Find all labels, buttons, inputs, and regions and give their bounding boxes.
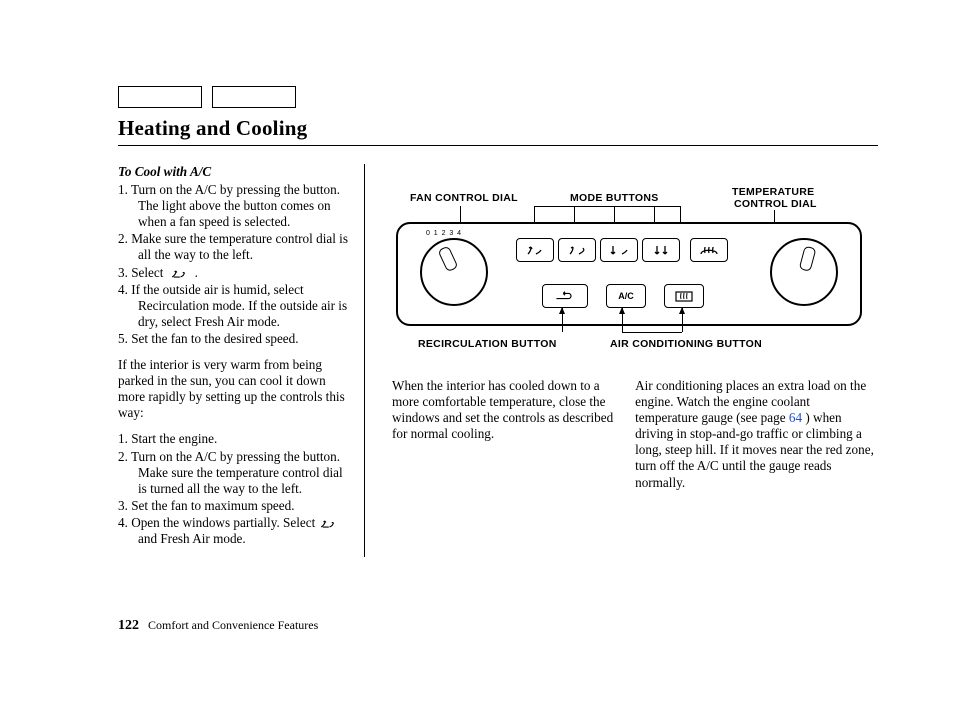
- callout-arrow: [562, 308, 563, 332]
- list-item: Open the windows partially. Select and F…: [118, 515, 352, 547]
- lower-button-row: A/C: [542, 284, 704, 308]
- section-name: Comfort and Convenience Features: [148, 618, 318, 632]
- vent-mode-icon: [319, 518, 337, 530]
- recirculation-button: [542, 284, 588, 308]
- mode-button: [600, 238, 638, 262]
- placeholder-box: [118, 86, 202, 108]
- title-rule: [118, 145, 878, 146]
- rear-defrost-button: [664, 284, 704, 308]
- fan-ticks: 0 1 2 3 4: [426, 230, 461, 237]
- temperature-control-dial: [770, 238, 838, 306]
- label-mode-buttons: MODE BUTTONS: [570, 192, 659, 204]
- label-recirc: RECIRCULATION BUTTON: [418, 338, 557, 350]
- page-number: 122: [118, 618, 139, 633]
- label-fan-dial: FAN CONTROL DIAL: [410, 192, 518, 204]
- lower-columns: When the interior has cooled down to a m…: [378, 378, 876, 501]
- mode-button-row: [516, 238, 728, 262]
- callout-line: [534, 206, 680, 207]
- placeholder-box: [212, 86, 296, 108]
- vent-mode-icon: [170, 268, 188, 280]
- callout-line: [622, 332, 682, 333]
- label-temp-dial-1: TEMPERATURE: [732, 186, 814, 198]
- subhead: To Cool with A/C: [118, 164, 352, 180]
- mode-button: [516, 238, 554, 262]
- page-title: Heating and Cooling: [118, 116, 878, 141]
- label-ac: AIR CONDITIONING BUTTON: [610, 338, 762, 350]
- list-item: Turn on the A/C by pressing the button. …: [118, 182, 352, 230]
- paragraph: When the interior has cooled down to a m…: [392, 378, 619, 442]
- list-item: Start the engine.: [118, 431, 352, 447]
- page-reference-link[interactable]: 64: [789, 410, 802, 425]
- defrost-button: [690, 238, 728, 262]
- ac-button: A/C: [606, 284, 646, 308]
- list-item: Select .: [118, 265, 352, 281]
- procedure-list-2: Start the engine. Turn on the A/C by pre…: [118, 431, 352, 547]
- list-item: Set the fan to the desired speed.: [118, 331, 352, 347]
- label-temp-dial-2: CONTROL DIAL: [734, 198, 817, 210]
- climate-control-diagram: FAN CONTROL DIAL MODE BUTTONS TEMPERATUR…: [378, 178, 876, 364]
- mode-button: [642, 238, 680, 262]
- list-item: Set the fan to maximum speed.: [118, 498, 352, 514]
- control-panel: 0 1 2 3 4 A/C: [396, 222, 862, 326]
- callout-arrow: [622, 308, 623, 332]
- column-3: Air conditioning places an extra load on…: [629, 378, 876, 501]
- mode-button: [558, 238, 596, 262]
- list-item: If the outside air is humid, select Reci…: [118, 282, 352, 330]
- list-item: Make sure the temperature control dial i…: [118, 231, 352, 263]
- paragraph: If the interior is very warm from being …: [118, 357, 352, 421]
- column-1: To Cool with A/C Turn on the A/C by pres…: [118, 164, 365, 557]
- paragraph: Air conditioning places an extra load on…: [635, 378, 876, 491]
- fan-control-dial: [420, 238, 488, 306]
- list-item: Turn on the A/C by pressing the button. …: [118, 449, 352, 497]
- header-placeholder-boxes: [118, 86, 878, 108]
- column-2: When the interior has cooled down to a m…: [378, 378, 629, 501]
- procedure-list-1: Turn on the A/C by pressing the button. …: [118, 182, 352, 347]
- callout-arrow: [682, 308, 683, 332]
- page-footer: 122 Comfort and Convenience Features: [118, 618, 318, 634]
